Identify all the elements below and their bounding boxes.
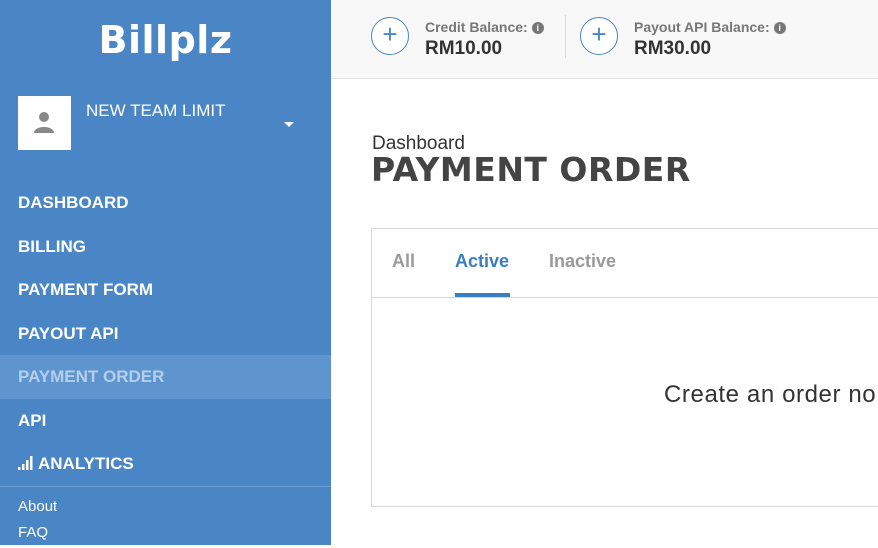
person-icon (34, 112, 54, 133)
tab-inactive[interactable]: Inactive (549, 251, 616, 272)
plus-icon[interactable]: + (371, 17, 409, 55)
avatar (18, 96, 71, 150)
sidebar-item-label: API (18, 410, 47, 430)
sidebar-item-dashboard[interactable]: DASHBOARD (0, 181, 331, 225)
payout-balance-value: RM30.00 (634, 38, 712, 59)
empty-state-message: Create an order no (664, 381, 877, 408)
info-icon[interactable]: i (773, 22, 786, 34)
sidebar-item-payment-order[interactable]: PAYMENT ORDER (0, 355, 331, 399)
sidebar-item-label: PAYOUT API (18, 323, 119, 343)
sidebar-footer: About FAQ (18, 496, 57, 548)
team-switcher[interactable]: NEW TEAM LIMIT (18, 96, 313, 150)
sidebar: Billplz NEW TEAM LIMIT DASHBOARD BILLING… (0, 0, 331, 545)
app-logo[interactable]: Billplz (0, 18, 331, 62)
tab-bar: All Active Inactive (372, 229, 878, 298)
credit-balance-label: Credit Balance: i (425, 19, 544, 35)
bar-chart-icon (18, 443, 34, 487)
tab-all[interactable]: All (392, 251, 415, 272)
credit-balance-value: RM10.00 (425, 38, 503, 59)
caret-down-icon[interactable] (284, 122, 294, 127)
top-bar: + Credit Balance: i RM10.00 + Payout API … (331, 0, 878, 79)
payout-balance-label: Payout API Balance: i (634, 19, 786, 35)
sidebar-item-label: DASHBOARD (18, 193, 129, 212)
balance-divider (565, 15, 566, 58)
about-link[interactable]: About (18, 496, 57, 522)
team-name: NEW TEAM LIMIT (86, 101, 226, 120)
orders-panel: All Active Inactive Create an order no (371, 228, 878, 507)
sidebar-item-analytics[interactable]: ANALYTICS (0, 442, 331, 486)
tab-active[interactable]: Active (455, 251, 509, 272)
sidebar-item-label: PAYMENT ORDER (18, 367, 165, 386)
faq-link[interactable]: FAQ (18, 522, 57, 548)
sidebar-item-billing[interactable]: BILLING (0, 225, 331, 269)
sidebar-item-label: BILLING (18, 236, 86, 256)
sidebar-item-payout-api[interactable]: PAYOUT API (0, 312, 331, 356)
page-title: PAYMENT ORDER (371, 150, 691, 189)
plus-icon[interactable]: + (580, 17, 618, 55)
active-tab-indicator (455, 293, 510, 297)
sidebar-nav: DASHBOARD BILLING PAYMENT FORM PAYOUT AP… (0, 181, 331, 486)
sidebar-divider (0, 486, 331, 487)
sidebar-item-payment-form[interactable]: PAYMENT FORM (0, 268, 331, 312)
sidebar-item-label: PAYMENT FORM (18, 280, 154, 299)
sidebar-item-api[interactable]: API (0, 399, 331, 443)
info-icon[interactable]: i (531, 22, 544, 34)
sidebar-item-label: ANALYTICS (38, 454, 134, 473)
